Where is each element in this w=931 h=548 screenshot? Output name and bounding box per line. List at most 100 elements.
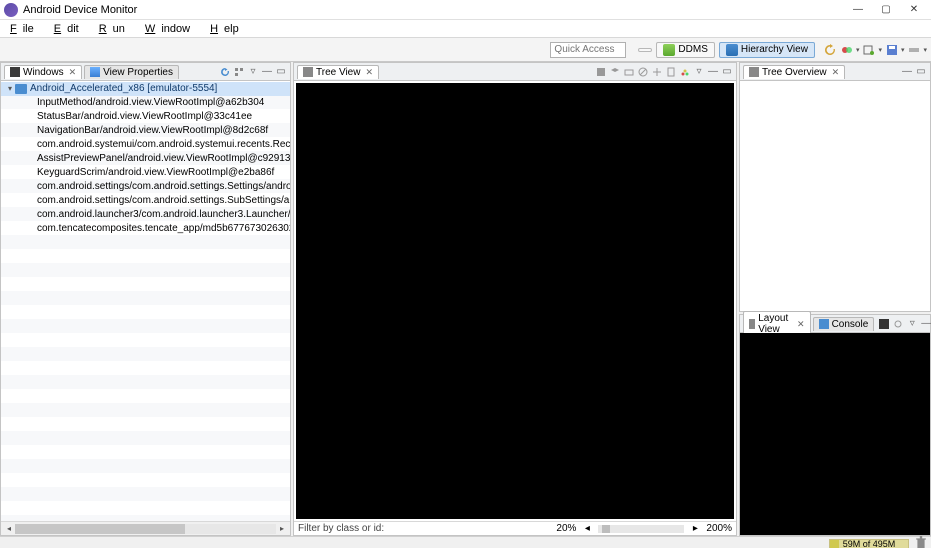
title-bar: Android Device Monitor — ▢ ✕	[0, 0, 931, 20]
request-layout-icon[interactable]	[651, 66, 663, 78]
window-node[interactable]: NavigationBar/android.view.ViewRootImpl@…	[1, 124, 290, 138]
minimize-pane-icon[interactable]: —	[901, 66, 913, 78]
collapse-icon[interactable]: ▾	[5, 82, 15, 96]
close-icon[interactable]: ✕	[797, 319, 805, 330]
gc-icon[interactable]	[915, 538, 927, 548]
export-icon[interactable]	[623, 66, 635, 78]
window-node[interactable]: com.tencatecomposites.tencate_app/md5b67…	[1, 222, 290, 236]
invalidate-icon[interactable]	[637, 66, 649, 78]
minimize-pane-icon[interactable]: —	[920, 318, 931, 330]
refresh-icon[interactable]	[823, 43, 837, 57]
window-label: com.android.settings/com.android.setting…	[37, 194, 290, 208]
window-node[interactable]: StatusBar/android.view.ViewRootImpl@33c4…	[1, 110, 290, 124]
tab-console[interactable]: Console	[813, 317, 875, 331]
quick-access-input[interactable]	[550, 42, 626, 58]
dropdown-icon[interactable]: ▾	[856, 46, 860, 54]
zoom-out-icon[interactable]: ◂	[582, 523, 592, 534]
window-label: com.android.launcher3/com.android.launch…	[37, 208, 290, 222]
tab-tree-overview[interactable]: Tree Overview ✕	[743, 65, 845, 79]
heap-label: 59M of 495M	[830, 540, 908, 548]
layout-view-canvas[interactable]	[740, 333, 930, 535]
zoom-in-icon[interactable]: ▸	[690, 523, 700, 534]
menu-bar: File Edit Run Window Help	[0, 20, 931, 38]
open-perspective-button[interactable]	[638, 48, 652, 52]
capture-icon[interactable]	[840, 43, 854, 57]
onblack-icon[interactable]	[878, 318, 890, 330]
close-icon[interactable]: ✕	[832, 67, 840, 78]
show-extras-icon[interactable]	[892, 318, 904, 330]
perspective-ddms[interactable]: DDMS	[656, 42, 714, 58]
minimize-button[interactable]: —	[851, 3, 865, 17]
filter-bar: Filter by class or id: 20% ◂ ▸ 200%	[294, 521, 736, 535]
tab-tree-view-label: Tree View	[316, 67, 360, 78]
windows-pane-header: Windows ✕ View Properties ▿ — ▭	[1, 63, 290, 81]
layout-view-pane: Layout View ✕ Console ▿ — ▭	[739, 314, 931, 536]
capture-layers-icon[interactable]	[609, 66, 621, 78]
zoom-slider[interactable]	[598, 525, 684, 533]
menu-file[interactable]: File	[4, 22, 46, 36]
window-node[interactable]: com.android.settings/com.android.setting…	[1, 194, 290, 208]
minimize-pane-icon[interactable]: —	[261, 66, 273, 78]
tab-windows[interactable]: Windows ✕	[4, 65, 82, 79]
inspect-icon[interactable]	[862, 43, 876, 57]
save-tree-icon[interactable]	[595, 66, 607, 78]
close-icon[interactable]: ✕	[69, 67, 77, 78]
window-node[interactable]: KeyguardScrim/android.view.ViewRootImpl@…	[1, 166, 290, 180]
save-icon[interactable]	[885, 43, 899, 57]
view-menu-icon[interactable]: ▿	[906, 318, 918, 330]
window-node[interactable]: InputMethod/android.view.ViewRootImpl@a6…	[1, 96, 290, 110]
dropdown-icon[interactable]: ▾	[901, 46, 905, 54]
window-node[interactable]: com.android.systemui/com.android.systemu…	[1, 138, 290, 152]
window-controls: — ▢ ✕	[851, 3, 927, 17]
tree-overview-pane: Tree Overview ✕ — ▭	[739, 62, 931, 312]
layout-view-icon	[749, 319, 755, 329]
horizontal-scrollbar[interactable]: ◂ ▸	[1, 521, 290, 535]
tab-view-properties[interactable]: View Properties	[84, 65, 179, 79]
tree-overview-canvas[interactable]	[740, 81, 930, 311]
tree-overview-icon	[749, 67, 759, 77]
window-node[interactable]: AssistPreviewPanel/android.view.ViewRoot…	[1, 152, 290, 166]
menu-help[interactable]: Help	[204, 22, 251, 36]
maximize-pane-icon[interactable]: ▭	[275, 66, 287, 78]
tree-view-canvas[interactable]	[296, 83, 734, 519]
maximize-button[interactable]: ▢	[879, 3, 893, 17]
heap-indicator[interactable]: 59M of 495M	[829, 539, 909, 548]
dropdown-icon[interactable]: ▾	[923, 46, 927, 54]
menu-window[interactable]: Window	[139, 22, 202, 36]
close-icon[interactable]: ✕	[365, 67, 373, 78]
window-label: InputMethod/android.view.ViewRootImpl@a6…	[37, 96, 264, 110]
dropdown-icon[interactable]: ▾	[878, 46, 882, 54]
scroll-right-icon[interactable]: ▸	[276, 524, 288, 533]
window-node[interactable]: com.android.settings/com.android.setting…	[1, 180, 290, 194]
scroll-left-icon[interactable]: ◂	[3, 524, 15, 533]
scroll-track[interactable]	[15, 524, 276, 534]
device-node[interactable]: ▾Android_Accelerated_x86 [emulator-5554]	[1, 82, 290, 96]
maximize-pane-icon[interactable]: ▭	[721, 66, 733, 78]
perspective-hierarchy-view[interactable]: Hierarchy View	[719, 42, 815, 58]
tab-tree-view[interactable]: Tree View ✕	[297, 65, 379, 79]
windows-tree[interactable]: ▾Android_Accelerated_x86 [emulator-5554]…	[1, 81, 290, 521]
reload-icon[interactable]	[219, 66, 231, 78]
console-icon	[819, 319, 829, 329]
menu-edit[interactable]: Edit	[48, 22, 91, 36]
minimize-pane-icon[interactable]: —	[707, 66, 719, 78]
zoom-thumb[interactable]	[602, 525, 610, 533]
close-button[interactable]: ✕	[907, 3, 921, 17]
window-label: AssistPreviewPanel/android.view.ViewRoot…	[37, 152, 290, 166]
maximize-pane-icon[interactable]: ▭	[915, 66, 927, 78]
windows-icon	[10, 67, 20, 77]
view-menu-icon[interactable]: ▿	[693, 66, 705, 78]
window-label: KeyguardScrim/android.view.ViewRootImpl@…	[37, 166, 274, 180]
tab-tree-overview-label: Tree Overview	[762, 67, 827, 78]
tab-layout-view-label: Layout View	[758, 313, 792, 335]
scroll-thumb[interactable]	[15, 524, 185, 534]
window-label: com.android.systemui/com.android.systemu…	[37, 138, 290, 152]
options-icon[interactable]	[907, 43, 921, 57]
menu-run[interactable]: Run	[93, 22, 137, 36]
tree-action-icon[interactable]	[233, 66, 245, 78]
view-menu-icon[interactable]: ▿	[247, 66, 259, 78]
dump-icon[interactable]	[665, 66, 677, 78]
profile-icon[interactable]	[679, 66, 691, 78]
window-node[interactable]: com.android.launcher3/com.android.launch…	[1, 208, 290, 222]
windows-pane: Windows ✕ View Properties ▿ — ▭ ▾Android…	[0, 62, 291, 536]
